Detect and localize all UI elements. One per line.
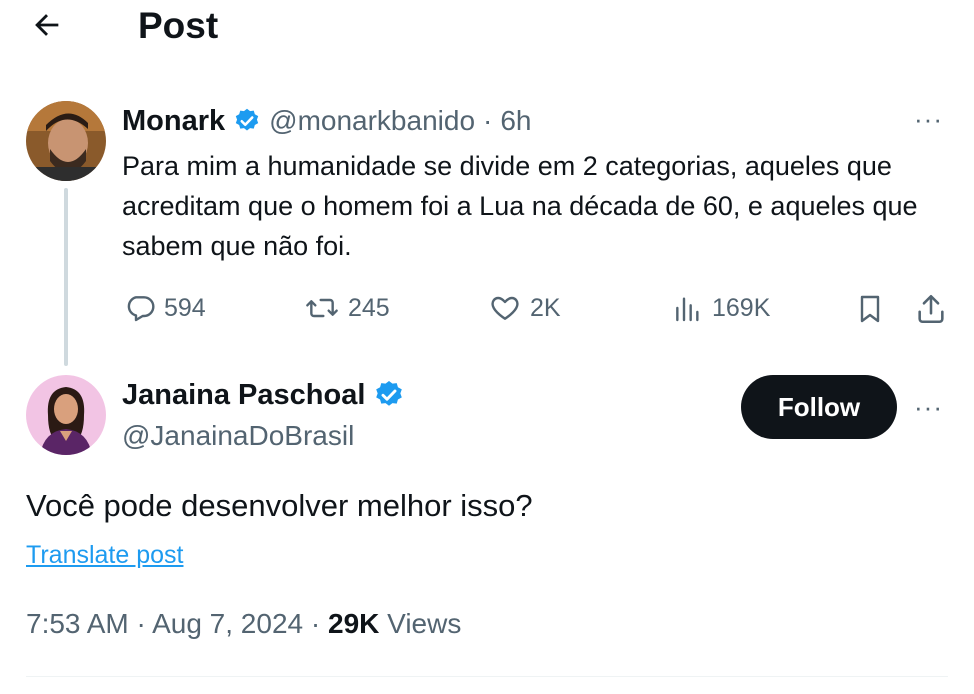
reply-icon: [124, 292, 156, 324]
analytics-bar-icon: [672, 292, 704, 324]
views-label: Views: [387, 608, 462, 639]
author-name[interactable]: Janaina Paschoal: [122, 377, 365, 413]
back-arrow-icon[interactable]: [30, 8, 64, 42]
views-count: 29K: [328, 608, 380, 639]
verified-badge-icon: [373, 379, 405, 411]
reply-count: 594: [164, 293, 206, 322]
thread-connector-line: [64, 188, 68, 366]
view-count: 169K: [712, 293, 771, 322]
post-time[interactable]: 7:53 AM: [26, 608, 129, 639]
post-metadata: 7:53 AM · Aug 7, 2024 · 29K Views: [26, 604, 461, 644]
repost-icon: [304, 292, 340, 324]
author-handle[interactable]: @monarkbanido: [269, 103, 475, 139]
reply-button[interactable]: 594: [124, 292, 206, 324]
avatar-janaina[interactable]: [26, 375, 106, 455]
post-text: Você pode desenvolver melhor isso?: [26, 488, 533, 523]
post-time[interactable]: 6h: [500, 103, 531, 139]
translate-post-link[interactable]: Translate post: [26, 538, 183, 572]
like-count: 2K: [530, 293, 561, 322]
like-button[interactable]: 2K: [488, 292, 561, 324]
follow-button[interactable]: Follow: [741, 375, 897, 439]
bookmark-icon[interactable]: [854, 292, 886, 326]
avatar-monark[interactable]: [26, 101, 106, 181]
divider: [26, 676, 948, 677]
more-options-icon[interactable]: ···: [914, 104, 943, 135]
repost-button[interactable]: 245: [304, 292, 390, 324]
more-options-icon[interactable]: ···: [914, 392, 943, 423]
verified-badge-icon: [233, 107, 261, 135]
heart-icon: [488, 292, 522, 324]
meta-separator: ·: [483, 105, 493, 136]
post-text: Para mim a humanidade se divide em 2 cat…: [122, 151, 918, 261]
post-date[interactable]: Aug 7, 2024: [152, 608, 303, 639]
views-button[interactable]: 169K: [672, 292, 770, 324]
repost-count: 245: [348, 293, 390, 322]
author-handle[interactable]: @JanainaDoBrasil: [122, 418, 354, 454]
page-title: Post: [138, 5, 219, 46]
meta-separator: ·: [310, 608, 321, 639]
meta-separator: ·: [136, 608, 146, 639]
author-name[interactable]: Monark: [122, 103, 225, 139]
share-icon[interactable]: [914, 292, 948, 326]
